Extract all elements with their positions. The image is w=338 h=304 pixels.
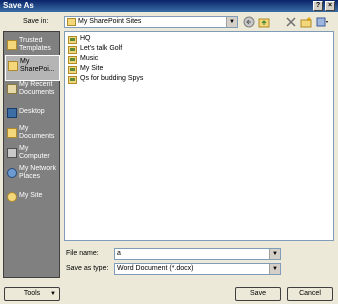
save-as-type-label: Save as type: — [66, 265, 109, 272]
new-folder-icon[interactable] — [300, 16, 312, 28]
chevron-down-icon: ▼ — [269, 249, 280, 259]
title-bar: Save As ? × — [0, 0, 338, 12]
folder-icon — [7, 40, 17, 50]
up-folder-icon[interactable] — [258, 16, 270, 28]
places-bar: Trusted Templates My SharePoi... My Rece… — [3, 31, 60, 278]
place-label: My Recent Documents — [19, 81, 55, 96]
place-label: My Network Places — [19, 165, 56, 180]
site-folder-icon — [68, 56, 77, 64]
site-folder-icon — [68, 66, 77, 74]
cancel-button[interactable]: Cancel — [287, 287, 333, 301]
save-as-type-select[interactable]: Word Document (*.docx) ▼ — [114, 263, 281, 275]
site-icon — [7, 192, 17, 202]
chevron-down-icon: ▼ — [226, 17, 237, 27]
place-label: My Site — [19, 192, 43, 199]
tools-button[interactable]: Tools ▼ — [4, 287, 60, 301]
place-my-recent-documents[interactable]: My Recent Documents — [5, 79, 60, 105]
computer-icon — [7, 148, 17, 158]
place-label: My Computer — [19, 145, 50, 160]
site-folder-icon — [68, 36, 77, 44]
save-in-combo[interactable]: My SharePoint Sites ▼ — [64, 16, 238, 28]
file-name: My Site — [80, 65, 104, 72]
help-button[interactable]: ? — [313, 1, 323, 11]
place-label: Trusted Templates — [19, 37, 51, 52]
place-label: Desktop — [19, 108, 45, 115]
save-button[interactable]: Save — [235, 287, 281, 301]
site-folder-icon — [68, 76, 77, 84]
back-icon[interactable] — [243, 16, 255, 28]
folder-icon — [67, 18, 76, 26]
file-name: HQ — [80, 35, 91, 42]
file-name-field[interactable]: a ▼ — [114, 248, 281, 260]
place-label: My SharePoi... — [20, 58, 55, 73]
recent-documents-icon — [7, 84, 17, 94]
site-folder-icon — [68, 46, 77, 54]
save-as-type-value: Word Document (*.docx) — [117, 265, 194, 272]
close-button[interactable]: × — [325, 1, 335, 11]
sharepoint-folder-icon — [8, 61, 18, 71]
file-name: Music — [80, 55, 99, 62]
file-name: Let's talk Golf — [80, 45, 123, 52]
place-label: My Documents — [19, 125, 55, 140]
place-my-site[interactable]: My Site — [5, 187, 60, 213]
chevron-down-icon: ▼ — [50, 291, 56, 297]
network-globe-icon — [7, 168, 17, 178]
documents-folder-icon — [7, 128, 17, 138]
tools-label: Tools — [23, 290, 41, 297]
desktop-icon — [7, 108, 17, 118]
delete-icon[interactable] — [285, 16, 297, 28]
views-icon[interactable] — [316, 16, 328, 28]
save-in-label: Save in: — [23, 18, 49, 25]
place-my-sharepoint[interactable]: My SharePoi... — [5, 55, 60, 81]
window-title: Save As — [3, 1, 34, 10]
chevron-down-icon: ▼ — [269, 264, 280, 274]
file-name-label: File name: — [66, 250, 99, 257]
file-name: Qs for budding Spys — [80, 75, 144, 82]
file-list: HQ Let's talk Golf Music My Site Qs for … — [64, 31, 334, 241]
place-my-network-places[interactable]: My Network Places — [5, 163, 60, 189]
save-in-value: My SharePoint Sites — [78, 18, 142, 25]
file-name-value: a — [117, 250, 121, 257]
